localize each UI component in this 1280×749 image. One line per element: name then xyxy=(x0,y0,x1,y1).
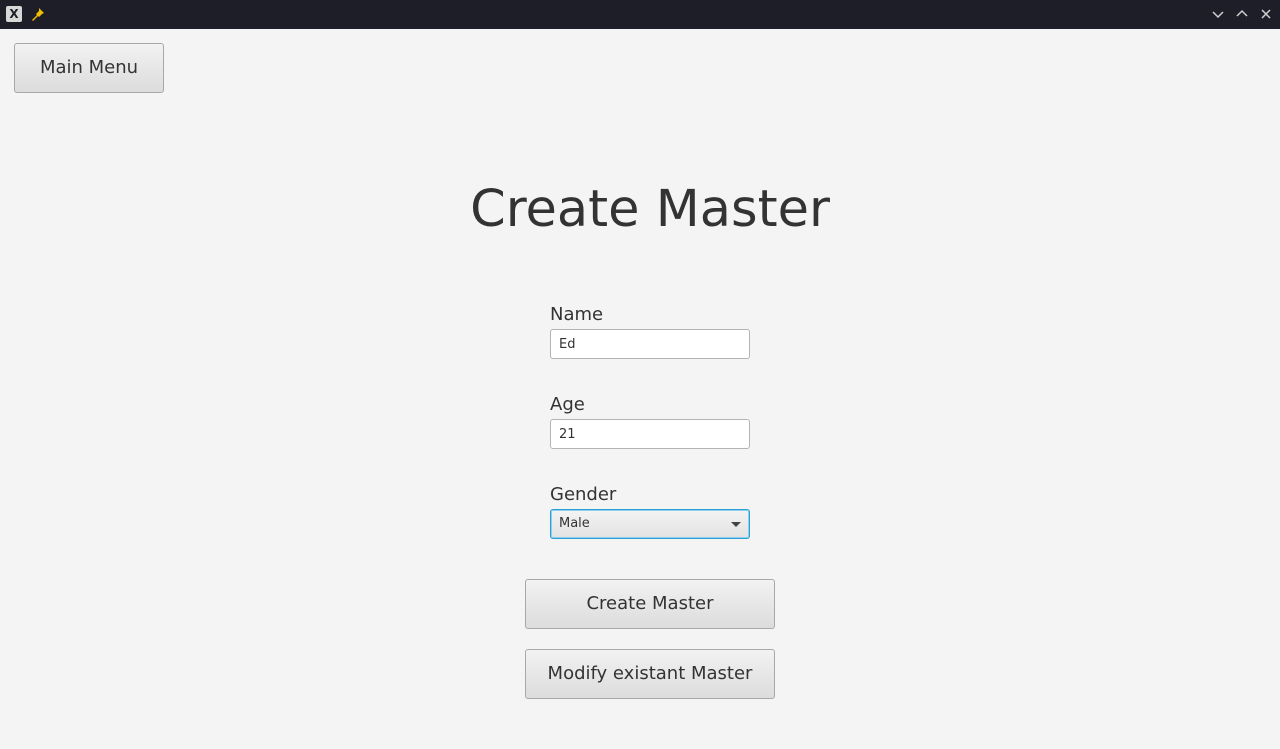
window-titlebar: X xyxy=(0,0,1280,29)
gender-label: Gender xyxy=(550,484,617,505)
gender-select-value: Male xyxy=(559,516,590,531)
create-master-button[interactable]: Create Master xyxy=(525,579,775,629)
page-title: Create Master xyxy=(470,180,830,239)
age-field[interactable] xyxy=(550,419,750,449)
chevron-up-icon[interactable] xyxy=(1234,6,1250,22)
dropdown-arrow-icon xyxy=(731,522,741,527)
age-label: Age xyxy=(550,394,585,415)
gender-select[interactable]: Male xyxy=(550,509,750,539)
pin-icon[interactable] xyxy=(30,6,46,22)
chevron-down-icon[interactable] xyxy=(1210,6,1226,22)
close-icon[interactable] xyxy=(1258,6,1274,22)
name-label: Name xyxy=(550,304,604,325)
name-field[interactable] xyxy=(550,329,750,359)
modify-master-button[interactable]: Modify existant Master xyxy=(525,649,775,699)
main-menu-button[interactable]: Main Menu xyxy=(14,43,164,93)
app-icon: X xyxy=(6,6,22,22)
